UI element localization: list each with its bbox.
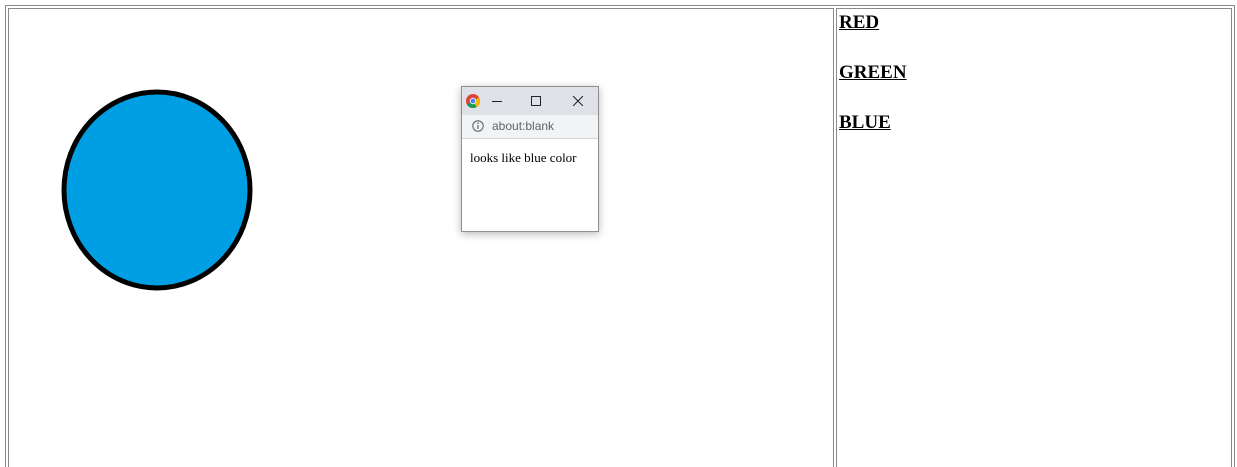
popup-window: about:blank looks like blue color [461, 86, 599, 232]
color-links-cell: RED GREEN BLUE [836, 8, 1232, 467]
canvas-cell [8, 8, 834, 467]
blue-circle[interactable] [59, 89, 259, 299]
page: RED GREEN BLUE about:blank looks like bl… [0, 0, 1237, 467]
minimize-button[interactable] [480, 87, 514, 115]
red-link[interactable]: RED [839, 13, 879, 32]
chrome-icon [466, 94, 480, 108]
info-icon[interactable] [472, 120, 484, 132]
green-link[interactable]: GREEN [839, 63, 907, 82]
address-bar[interactable]: about:blank [462, 115, 598, 139]
address-text: about:blank [492, 119, 555, 133]
maximize-icon [531, 96, 541, 106]
popup-titlebar[interactable] [462, 87, 598, 115]
minimize-icon [492, 101, 502, 102]
blue-link[interactable]: BLUE [839, 113, 891, 132]
maximize-button[interactable] [519, 87, 553, 115]
close-button[interactable] [561, 87, 595, 115]
close-icon [573, 96, 583, 106]
popup-message: looks like blue color [470, 150, 577, 165]
